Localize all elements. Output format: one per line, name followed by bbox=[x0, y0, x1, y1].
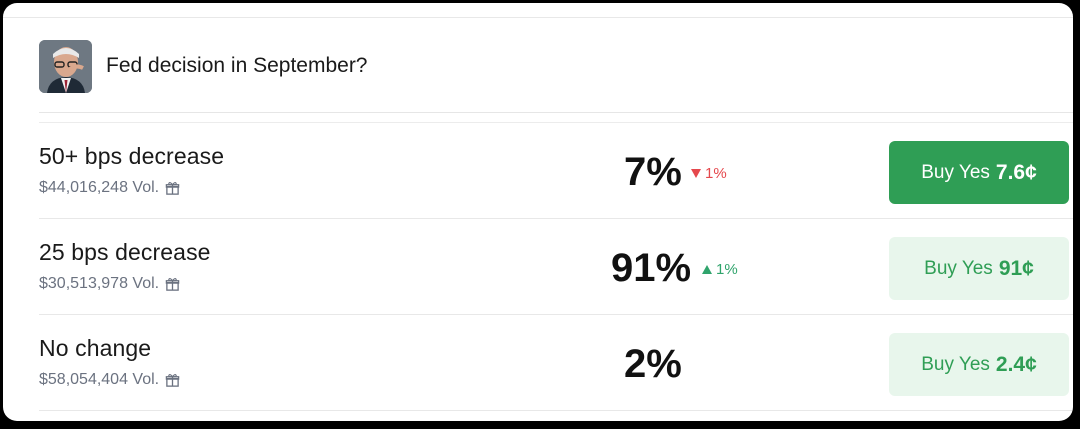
buy-yes-button[interactable]: Buy Yes 7.6¢ bbox=[889, 141, 1069, 204]
outcome-label: No change bbox=[39, 335, 152, 361]
gift-icon[interactable] bbox=[165, 277, 180, 292]
triangle-up-icon bbox=[702, 261, 712, 278]
gift-icon[interactable] bbox=[165, 181, 180, 196]
buy-yes-button[interactable]: Buy Yes 91¢ bbox=[889, 237, 1069, 300]
outcome-probability: 91% bbox=[611, 246, 692, 290]
person-portrait-icon bbox=[39, 39, 92, 93]
buy-price: 91¢ bbox=[998, 256, 1034, 280]
outcome-probability: 2% bbox=[624, 342, 682, 386]
market-header[interactable]: Fed decision in September? bbox=[39, 39, 368, 93]
buy-price: 2.4¢ bbox=[995, 352, 1037, 376]
change-value: 1% bbox=[716, 261, 738, 278]
outcome-label: 50+ bps decrease bbox=[39, 143, 225, 169]
outcome-row[interactable]: 25 bps decrease $30,513,978 Vol. 91% 1% … bbox=[39, 219, 1073, 315]
outcome-volume: $58,054,404 Vol. bbox=[39, 371, 180, 389]
buy-yes-button[interactable]: Buy Yes 2.4¢ bbox=[889, 333, 1069, 396]
probability-change: 1% bbox=[702, 261, 738, 278]
outcome-volume: $30,513,978 Vol. bbox=[39, 275, 180, 293]
volume-text: $58,054,404 Vol. bbox=[39, 371, 160, 388]
top-divider bbox=[3, 17, 1073, 18]
buy-label: Buy Yes bbox=[921, 353, 990, 375]
outcome-label: 25 bps decrease bbox=[39, 239, 211, 265]
outcome-row[interactable]: 50+ bps decrease $44,016,248 Vol. 7% 1% … bbox=[39, 123, 1073, 219]
buy-price: 7.6¢ bbox=[995, 160, 1037, 184]
market-title[interactable]: Fed decision in September? bbox=[106, 54, 368, 78]
outcome-row[interactable]: No change $58,054,404 Vol. 2% Buy Yes 2.… bbox=[39, 315, 1073, 411]
volume-text: $44,016,248 Vol. bbox=[39, 179, 160, 196]
change-value: 1% bbox=[705, 165, 727, 182]
outcome-volume: $44,016,248 Vol. bbox=[39, 179, 180, 197]
header-divider bbox=[39, 112, 1073, 113]
buy-label: Buy Yes bbox=[924, 257, 993, 279]
triangle-down-icon bbox=[691, 165, 701, 182]
probability-change: 1% bbox=[691, 165, 727, 182]
market-card: Fed decision in September? 50+ bps decre… bbox=[3, 3, 1073, 421]
gift-icon[interactable] bbox=[165, 373, 180, 388]
buy-label: Buy Yes bbox=[921, 161, 990, 183]
outcome-probability: 7% bbox=[624, 150, 682, 194]
row-divider bbox=[39, 410, 1073, 411]
volume-text: $30,513,978 Vol. bbox=[39, 275, 160, 292]
market-avatar bbox=[39, 39, 92, 93]
